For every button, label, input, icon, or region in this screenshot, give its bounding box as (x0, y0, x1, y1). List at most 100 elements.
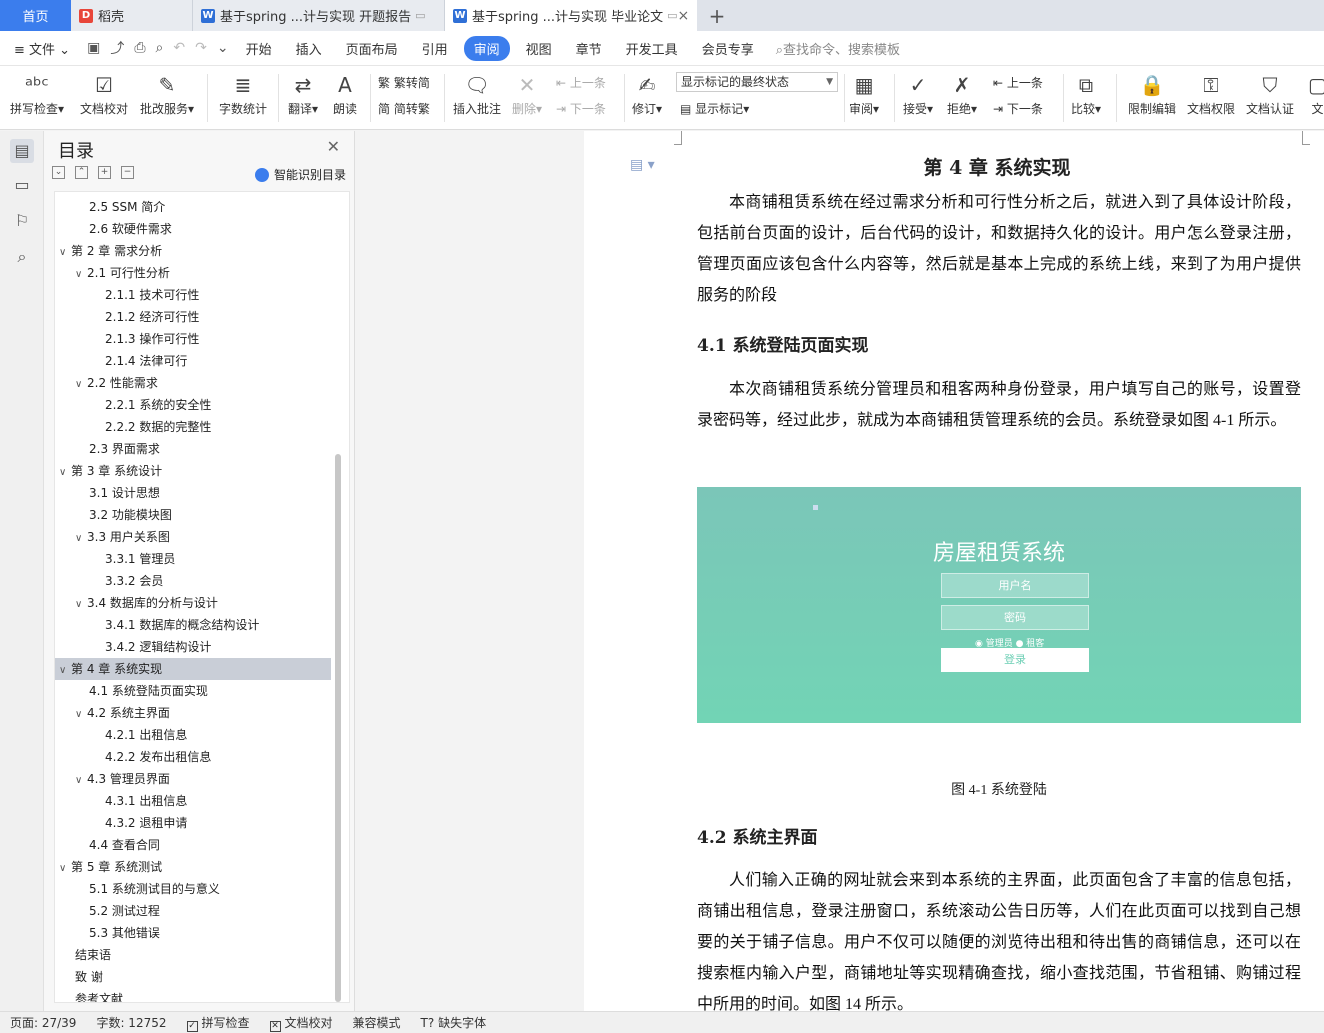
toc-item[interactable]: 5.3 其他错误 (55, 922, 331, 944)
menu-member[interactable]: 会员专享 (690, 39, 766, 58)
proofread-button[interactable]: ☑ 文档校对 (80, 70, 128, 117)
toc-item[interactable]: 4.3.1 出租信息 (55, 790, 331, 812)
doc-permission-button[interactable]: ⚿ 文档权限 (1187, 70, 1235, 117)
toc-icon[interactable]: ▤ (10, 139, 34, 163)
toc-item[interactable]: 参考文献 (55, 988, 331, 1002)
menu-view[interactable]: 视图 (514, 39, 564, 58)
toc-item[interactable]: ∨ 第 4 章 系统实现 (55, 658, 331, 680)
next-comment-button[interactable]: ⇥ 下一条 (556, 100, 606, 117)
export-icon[interactable]: ⤴ (105, 38, 129, 58)
toc-item[interactable]: 2.2.2 数据的完整性 (55, 416, 331, 438)
toc-item[interactable]: 致 谢 (55, 966, 331, 988)
toc-item[interactable]: 4.2.1 出租信息 (55, 724, 331, 746)
menu-developer[interactable]: 开发工具 (614, 39, 690, 58)
compare-button[interactable]: ⧉ 比较▾ (1071, 70, 1101, 117)
missing-font-button[interactable]: T? 缺失字体 (411, 1014, 497, 1031)
command-search[interactable]: ⌕查找命令、搜索模板 (776, 39, 900, 58)
chevron-down-icon[interactable]: ∨ (75, 770, 87, 792)
toc-item[interactable]: ∨ 4.2 系统主界面 (55, 702, 331, 724)
menu-reference[interactable]: 引用 (410, 39, 460, 58)
insert-comment-button[interactable]: 🗨 插入批注 (453, 70, 501, 117)
toc-item[interactable]: ∨ 4.3 管理员界面 (55, 768, 331, 790)
toc-item[interactable]: 3.2 功能模块图 (55, 504, 331, 526)
undo-icon[interactable]: ↶ (168, 40, 190, 56)
chapter-icon[interactable]: ▭ (10, 173, 34, 197)
chevron-down-icon[interactable]: ∨ (75, 704, 87, 726)
search-icon[interactable]: ⌕ (10, 245, 34, 269)
translate-button[interactable]: ⇄ 翻译▾ (288, 70, 318, 117)
review-pane-button[interactable]: ▦ 审阅▾ (849, 70, 879, 117)
toc-item[interactable]: 3.3.2 会员 (55, 570, 331, 592)
close-icon[interactable]: ✕ (327, 137, 340, 156)
minus-icon[interactable]: − (121, 166, 134, 179)
toc-item[interactable]: ∨ 第 2 章 需求分析 (55, 240, 331, 262)
more-icon[interactable]: ⌄ (212, 40, 234, 56)
save-icon[interactable]: ▣ (82, 40, 105, 56)
expand-icon[interactable]: ⌄ (52, 166, 65, 179)
tab-docer[interactable]: D 稻壳 (71, 0, 193, 31)
word-count-button[interactable]: ≣ 字数统计 (219, 70, 267, 117)
toc-scrollbar[interactable] (335, 454, 341, 1002)
reject-button[interactable]: ✗ 拒绝▾ (947, 70, 977, 117)
toc-item[interactable]: ∨ 第 5 章 系统测试 (55, 856, 331, 878)
toc-item[interactable]: 3.1 设计思想 (55, 482, 331, 504)
chevron-down-icon[interactable]: ∨ (75, 594, 87, 616)
trad-to-simp-button[interactable]: 繁 繁转简 (378, 74, 430, 91)
toc-item[interactable]: 2.5 SSM 简介 (55, 196, 331, 218)
doc-options-icon[interactable]: ▤ ▾ (630, 157, 655, 173)
track-changes-button[interactable]: ✍ 修订▾ (632, 70, 662, 117)
toc-item[interactable]: 4.3.2 退租申请 (55, 812, 331, 834)
toc-item[interactable]: 4.2.2 发布出租信息 (55, 746, 331, 768)
collapse-icon[interactable]: ⌃ (75, 166, 88, 179)
file-menu[interactable]: ≡ 文件 ⌄ (0, 39, 82, 58)
toc-item[interactable]: ∨ 3.4 数据库的分析与设计 (55, 592, 331, 614)
restrict-edit-button[interactable]: 🔒 限制编辑 (1128, 70, 1176, 117)
spell-check-toggle[interactable]: ✓ 拼写检查 (177, 1014, 260, 1032)
toc-item[interactable]: ∨ 2.1 可行性分析 (55, 262, 331, 284)
toc-item[interactable]: 5.1 系统测试目的与意义 (55, 878, 331, 900)
proofread-toggle[interactable]: ✕ 文档校对 (260, 1014, 343, 1032)
page-indicator[interactable]: 页面: 27/39 (0, 1014, 86, 1031)
toc-item[interactable]: 2.1.1 技术可行性 (55, 284, 331, 306)
read-aloud-button[interactable]: A 朗读 (333, 70, 357, 117)
chevron-down-icon[interactable]: ∨ (59, 858, 71, 880)
tab-thesis[interactable]: W 基于spring ...计与实现 毕业论文 ▭ × (445, 0, 697, 31)
toc-item[interactable]: 3.4.1 数据库的概念结构设计 (55, 614, 331, 636)
toc-item[interactable]: ∨ 第 3 章 系统设计 (55, 460, 331, 482)
tab-home[interactable]: 首页 (0, 0, 71, 31)
spell-check-button[interactable]: ᵃᵇᶜ 拼写检查▾ (10, 70, 64, 117)
doc-certify-button[interactable]: ⛉ 文档认证 (1246, 70, 1294, 117)
toc-item[interactable]: 3.3.1 管理员 (55, 548, 331, 570)
delete-comment-button[interactable]: ✕ 删除▾ (512, 70, 542, 117)
menu-section[interactable]: 章节 (564, 39, 614, 58)
chevron-down-icon[interactable]: ∨ (59, 462, 71, 484)
toc-item[interactable]: 结束语 (55, 944, 331, 966)
menu-insert[interactable]: 插入 (284, 39, 334, 58)
toc-item[interactable]: 5.2 测试过程 (55, 900, 331, 922)
accept-button[interactable]: ✓ 接受▾ (903, 70, 933, 117)
show-markup-button[interactable]: ▤ 显示标记▾ (680, 100, 749, 117)
toc-item[interactable]: 4.1 系统登陆页面实现 (55, 680, 331, 702)
tab-proposal[interactable]: W 基于spring ...计与实现 开题报告 ▭ (193, 0, 445, 31)
close-tab-icon[interactable]: × (678, 8, 690, 24)
toc-item[interactable]: 2.3 界面需求 (55, 438, 331, 460)
toc-item[interactable]: ∨ 3.3 用户关系图 (55, 526, 331, 548)
toc-item[interactable]: 2.2.1 系统的安全性 (55, 394, 331, 416)
chevron-down-icon[interactable]: ∨ (75, 528, 87, 550)
toc-item[interactable]: 2.1.4 法律可行 (55, 350, 331, 372)
menu-start[interactable]: 开始 (234, 39, 284, 58)
toc-item[interactable]: 3.4.2 逻辑结构设计 (55, 636, 331, 658)
prev-change-button[interactable]: ⇤ 上一条 (993, 74, 1043, 91)
markup-state-select[interactable]: 显示标记的最终状态 ▼ (676, 72, 838, 92)
toc-item[interactable]: ∨ 2.2 性能需求 (55, 372, 331, 394)
next-change-button[interactable]: ⇥ 下一条 (993, 100, 1043, 117)
chevron-down-icon[interactable]: ∨ (75, 374, 87, 396)
doc-more-button[interactable]: ▢ 文 (1308, 70, 1324, 117)
print-preview-icon[interactable]: ⌕ (151, 40, 169, 56)
chevron-down-icon[interactable]: ∨ (59, 660, 71, 682)
simp-to-trad-button[interactable]: 简 简转繁 (378, 100, 430, 117)
redo-icon[interactable]: ↷ (190, 40, 212, 56)
bookmark-icon[interactable]: ⚐ (10, 209, 34, 233)
toc-item[interactable]: 2.6 软硬件需求 (55, 218, 331, 240)
print-icon[interactable]: ⎙ (129, 40, 150, 56)
